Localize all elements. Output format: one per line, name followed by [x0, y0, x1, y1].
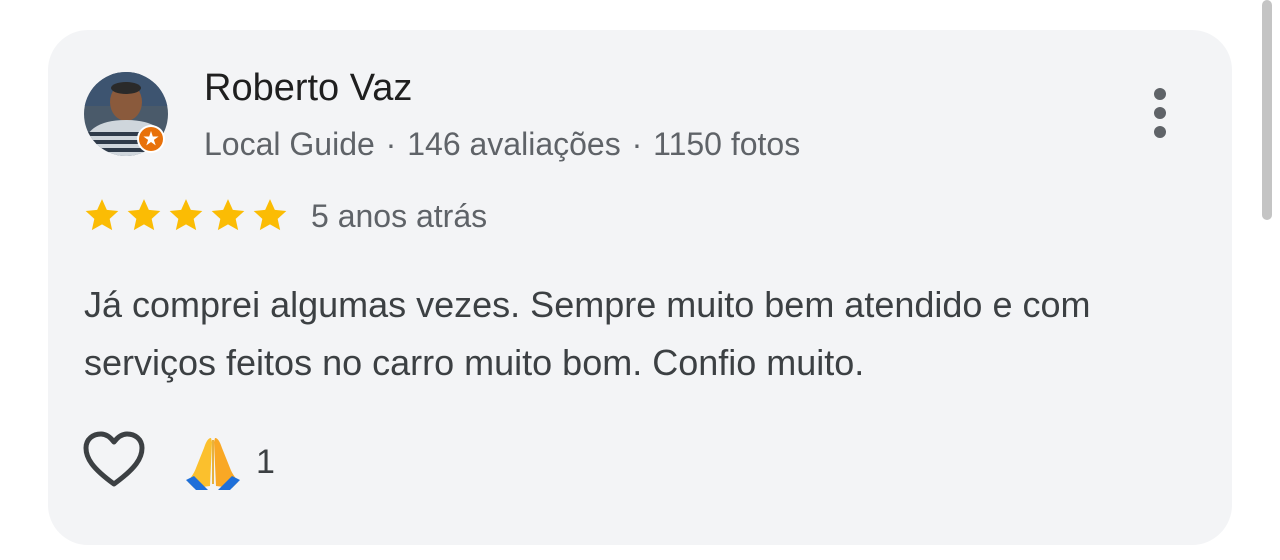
local-guide-badge-icon: [136, 124, 166, 154]
local-guide-label: Local Guide: [204, 126, 375, 162]
heart-outline-icon[interactable]: [82, 430, 146, 490]
author-meta: Local Guide · 146 avaliações · 1150 foto…: [204, 124, 800, 164]
star-icon: [127, 199, 161, 231]
star-icon: [169, 199, 203, 231]
author-name[interactable]: Roberto Vaz: [204, 66, 412, 110]
scrollbar[interactable]: [1262, 0, 1272, 220]
meta-separator: ·: [385, 126, 397, 162]
rating-stars: [82, 195, 290, 235]
photos-count: 1150 fotos: [653, 126, 801, 162]
review-date: 5 anos atrás: [311, 198, 488, 234]
review-text: Já comprei algumas vezes. Sempre muito b…: [84, 284, 1091, 383]
avatar[interactable]: [84, 72, 168, 156]
meta-separator: ·: [631, 126, 643, 162]
folded-hands-icon[interactable]: [184, 434, 242, 490]
reviews-count: 146 avaliações: [407, 126, 621, 162]
star-icon: [253, 199, 287, 231]
star-icon: [85, 199, 119, 231]
more-vert-icon[interactable]: [1142, 84, 1178, 144]
reaction-count: 1: [256, 443, 275, 481]
star-icon: [211, 199, 245, 231]
